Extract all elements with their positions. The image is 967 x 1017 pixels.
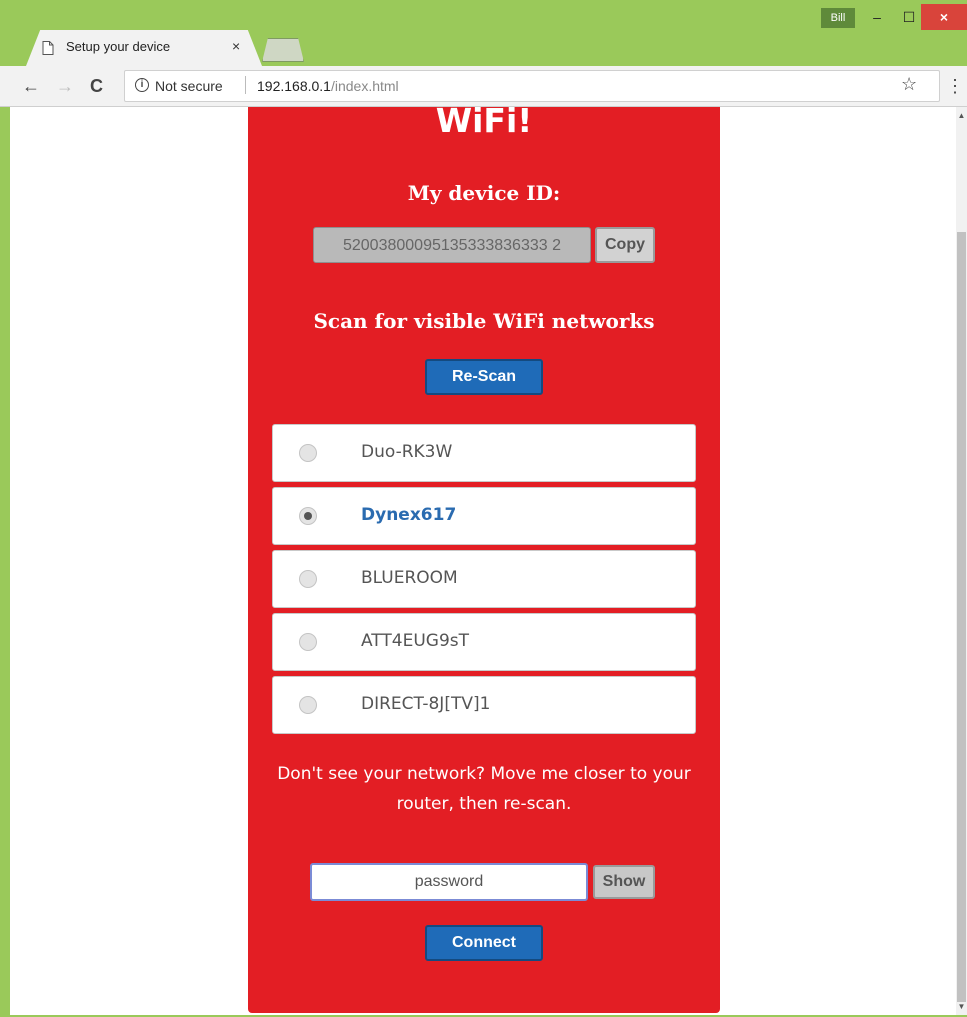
scroll-up-arrow-icon[interactable]: ▲ [956, 111, 967, 120]
password-input[interactable]: password [310, 863, 588, 901]
user-profile-badge[interactable]: Bill [821, 8, 855, 28]
network-item[interactable]: Duo-RK3W [272, 424, 696, 482]
address-bar[interactable]: i Not secure 192.168.0.1/index.html ☆ [124, 70, 940, 102]
scroll-thumb[interactable] [957, 232, 966, 1002]
page-icon [42, 41, 54, 55]
security-indicator[interactable]: Not secure [155, 78, 223, 94]
browser-toolbar: ← → C i Not secure 192.168.0.1/index.htm… [0, 66, 967, 107]
network-radio[interactable] [299, 444, 317, 462]
network-item[interactable]: ATT4EUG9sT [272, 613, 696, 671]
info-icon[interactable]: i [135, 78, 149, 92]
tab-close-icon[interactable]: × [232, 38, 240, 54]
network-item-selected[interactable]: Dynex617 [272, 487, 696, 545]
page-viewport: WiFi! My device ID: 52003800095135333836… [10, 107, 956, 1015]
scan-heading: Scan for visible WiFi networks [313, 309, 655, 333]
connect-button[interactable]: Connect [425, 925, 543, 961]
network-radio[interactable] [299, 570, 317, 588]
setup-card: WiFi! My device ID: 52003800095135333836… [248, 107, 720, 1013]
show-password-button[interactable]: Show [593, 865, 655, 899]
network-name: Duo-RK3W [361, 442, 453, 462]
scroll-down-arrow-icon[interactable]: ▼ [956, 1002, 967, 1011]
network-list: Duo-RK3W Dynex617 BLUEROOM ATT4EUG9sT DI… [272, 424, 696, 739]
tab-title: Setup your device [66, 39, 171, 54]
vertical-scrollbar[interactable]: ▲ ▼ [956, 107, 967, 1015]
network-radio-checked[interactable] [299, 507, 317, 525]
copy-button[interactable]: Copy [595, 227, 655, 263]
network-name: BLUEROOM [361, 568, 458, 588]
url-text[interactable]: 192.168.0.1/index.html [257, 78, 399, 94]
network-name: DIRECT-8J[TV]1 [361, 694, 491, 714]
device-id-field[interactable]: 52003800095135333836333 2 [313, 227, 591, 263]
url-path: /index.html [330, 78, 399, 94]
page-title: WiFi! [435, 107, 533, 140]
network-radio[interactable] [299, 696, 317, 714]
bookmark-star-icon[interactable]: ☆ [901, 74, 917, 95]
rescan-button[interactable]: Re-Scan [425, 359, 543, 395]
browser-menu-icon[interactable]: ⋮ [946, 76, 964, 96]
url-divider [245, 76, 246, 94]
url-host: 192.168.0.1 [257, 78, 331, 94]
back-arrow-icon[interactable]: ← [22, 76, 40, 97]
help-text: Don't see your network? Move me closer t… [277, 764, 691, 814]
new-tab-button[interactable] [262, 38, 304, 62]
network-name: Dynex617 [361, 505, 457, 525]
network-name: ATT4EUG9sT [361, 631, 470, 651]
device-id-label: My device ID: [407, 181, 561, 205]
network-radio[interactable] [299, 633, 317, 651]
close-window-button[interactable]: × [921, 4, 967, 30]
reload-icon[interactable]: C [90, 76, 103, 97]
network-item[interactable]: DIRECT-8J[TV]1 [272, 676, 696, 734]
forward-arrow-icon[interactable]: → [56, 76, 74, 97]
network-item[interactable]: BLUEROOM [272, 550, 696, 608]
